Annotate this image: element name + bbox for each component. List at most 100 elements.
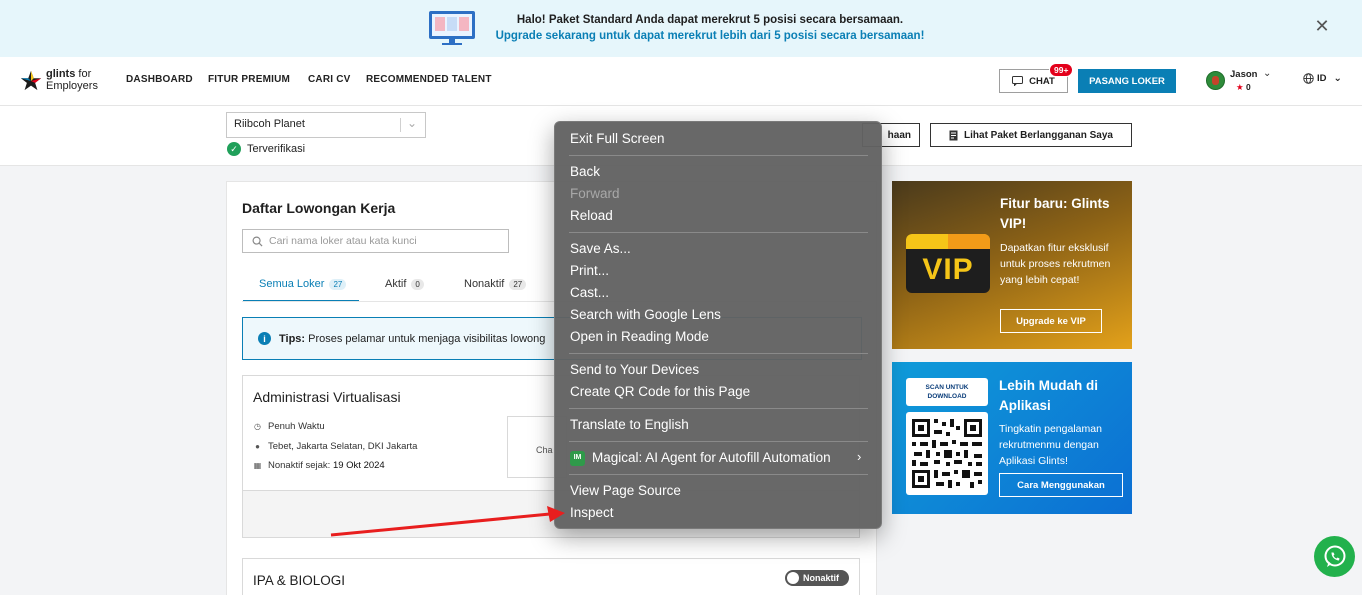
tab-semua-loker[interactable]: Semua Loker 27: [243, 278, 359, 302]
tab-count: 0: [411, 279, 424, 290]
menu-item-cast[interactable]: Cast...: [570, 283, 609, 303]
inactive-since-text: Nonaktif sejak: 19 Okt 2024: [268, 460, 385, 471]
chevron-down-icon: ⌄: [406, 116, 417, 130]
user-points-value: 0: [1246, 82, 1251, 92]
job-location: ● Tebet, Jakarta Selatan, DKI Jakarta: [253, 441, 417, 452]
chat-icon: [1012, 76, 1024, 86]
job-location-value: Tebet, Jakarta Selatan, DKI Jakarta: [268, 441, 418, 452]
whatsapp-icon: [1324, 545, 1345, 567]
dashboard-illustration-icon: [429, 11, 475, 45]
language-label: ID: [1317, 73, 1327, 84]
verified-status: ✓ Terverifikasi: [227, 142, 305, 156]
menu-item-inspect[interactable]: Inspect: [570, 503, 614, 523]
qr-code[interactable]: [906, 412, 988, 495]
menu-item-translate[interactable]: Translate to English: [570, 415, 689, 435]
tab-label: Semua Loker: [259, 278, 325, 290]
tab-aktif[interactable]: Aktif 0: [385, 278, 424, 302]
magical-extension-icon: IM: [570, 450, 585, 466]
menu-divider: [569, 232, 868, 233]
chevron-down-icon[interactable]: ⌄: [1263, 68, 1271, 79]
user-points: ★ 0: [1236, 82, 1251, 93]
tab-count: 27: [509, 279, 527, 290]
whatsapp-button[interactable]: [1314, 536, 1355, 577]
close-icon[interactable]: ✕: [1314, 17, 1330, 35]
nav-fitur-premium[interactable]: FITUR PREMIUM: [208, 74, 290, 85]
banner-upgrade-link[interactable]: Upgrade sekarang untuk dapat merekrut le…: [490, 28, 930, 44]
page-title: Daftar Lowongan Kerja: [242, 200, 396, 216]
status-toggle[interactable]: Nonaktif: [785, 570, 849, 586]
app-promo-description: Tingkatin pengalaman rekrutmenmu dengan …: [999, 423, 1102, 467]
search-placeholder: Cari nama loker atau kata kunci: [269, 235, 417, 247]
tab-nonaktif[interactable]: Nonaktif 27: [464, 278, 527, 302]
vip-badge: VIP: [906, 234, 990, 293]
menu-item-reading-mode[interactable]: Open in Reading Mode: [570, 327, 709, 347]
vip-badge-text: VIP: [922, 253, 974, 286]
glints-logo[interactable]: glints for Employers: [20, 67, 110, 97]
star-logo-icon: [20, 70, 42, 91]
menu-item-exit-full-screen[interactable]: Exit Full Screen: [570, 129, 665, 149]
tab-label: Aktif: [385, 278, 407, 290]
job-title[interactable]: IPA & BIOLOGI: [253, 573, 345, 588]
top-nav: glints for Employers DASHBOARD FITUR PRE…: [0, 57, 1362, 106]
chat-label: CHAT: [1029, 75, 1055, 87]
menu-item-save-as[interactable]: Save As...: [570, 239, 631, 259]
menu-item-send-to-devices[interactable]: Send to Your Devices: [570, 360, 699, 380]
info-icon: i: [258, 332, 271, 345]
menu-item-google-lens[interactable]: Search with Google Lens: [570, 305, 721, 325]
nav-dashboard[interactable]: DASHBOARD: [126, 74, 193, 85]
company-selector[interactable]: Riibcoh Planet ⌄: [226, 112, 426, 138]
search-input[interactable]: Cari nama loker atau kata kunci: [242, 229, 509, 253]
scan-download-label: SCAN UNTUK DOWNLOAD: [906, 378, 988, 406]
logo-sub: Employers: [46, 80, 98, 92]
menu-item-magical-label: Magical: AI Agent for Autofill Automatio…: [592, 450, 831, 465]
select-divider: [400, 118, 401, 132]
menu-item-create-qr-code[interactable]: Create QR Code for this Page: [570, 382, 750, 402]
menu-item-back[interactable]: Back: [570, 162, 600, 182]
vip-title: Fitur baru: Glints VIP!: [1000, 196, 1110, 231]
user-name[interactable]: Jason: [1230, 69, 1257, 80]
company-profile-label: haan: [887, 129, 911, 141]
tips-label: Tips:: [279, 332, 306, 345]
job-type-value: Penuh Waktu: [268, 421, 325, 432]
browser-context-menu: Exit Full Screen Back Forward Reload Sav…: [554, 121, 882, 529]
chevron-down-icon: ⌄: [1333, 73, 1342, 84]
app-promo-card: SCAN UNTUK DOWNLOAD Lebih Mudah di Aplik…: [892, 362, 1132, 514]
inactive-label: Nonaktif sejak:: [268, 460, 331, 471]
menu-divider: [569, 408, 868, 409]
vip-badge-top: [906, 234, 990, 249]
how-to-use-button[interactable]: Cara Menggunakan: [999, 473, 1123, 497]
star-icon: ★: [1236, 82, 1244, 92]
logo-for: for: [78, 68, 92, 80]
view-subscription-button[interactable]: Lihat Paket Berlangganan Saya: [930, 123, 1132, 147]
red-annotation-arrow-icon: [330, 506, 565, 537]
nav-cari-cv[interactable]: CARI CV: [308, 74, 351, 85]
post-job-button[interactable]: PASANG LOKER: [1078, 69, 1176, 93]
company-name: Riibcoh Planet: [234, 118, 305, 130]
menu-item-magical-extension[interactable]: IM Magical: AI Agent for Autofill Automa…: [570, 448, 831, 468]
menu-divider: [569, 474, 868, 475]
nav-recommended-talent[interactable]: RECOMMENDED TALENT: [366, 74, 492, 85]
clock-icon: ◷: [254, 422, 261, 431]
menu-divider: [569, 353, 868, 354]
document-icon: [949, 130, 958, 140]
chevron-right-icon: ›: [857, 449, 862, 464]
logo-brand: glints: [46, 68, 76, 80]
check-circle-icon: ✓: [227, 142, 241, 156]
job-card[interactable]: IPA & BIOLOGI Nonaktif: [242, 558, 860, 595]
menu-divider: [569, 441, 868, 442]
globe-icon: [1303, 73, 1314, 84]
menu-item-view-page-source[interactable]: View Page Source: [570, 481, 681, 501]
language-selector[interactable]: ID ⌄: [1303, 73, 1342, 84]
tips-body: Proses pelamar untuk menjaga visibilitas…: [308, 332, 546, 345]
verified-label: Terverifikasi: [247, 143, 306, 155]
upgrade-vip-button[interactable]: Upgrade ke VIP: [1000, 309, 1102, 333]
toggle-label: Nonaktif: [803, 573, 839, 583]
banner-line-1: Halo! Paket Standard Anda dapat merekrut…: [516, 14, 904, 26]
menu-item-reload[interactable]: Reload: [570, 206, 613, 226]
vip-promo-card: VIP Fitur baru: Glints VIP! Dapatkan fit…: [892, 181, 1132, 349]
menu-item-print[interactable]: Print...: [570, 261, 609, 281]
avatar[interactable]: [1206, 71, 1225, 90]
job-title[interactable]: Administrasi Virtualisasi: [253, 389, 401, 405]
app-promo-title: Lebih Mudah di Aplikasi: [999, 378, 1098, 413]
job-inactive-since: ▦ Nonaktif sejak: 19 Okt 2024: [253, 460, 385, 471]
